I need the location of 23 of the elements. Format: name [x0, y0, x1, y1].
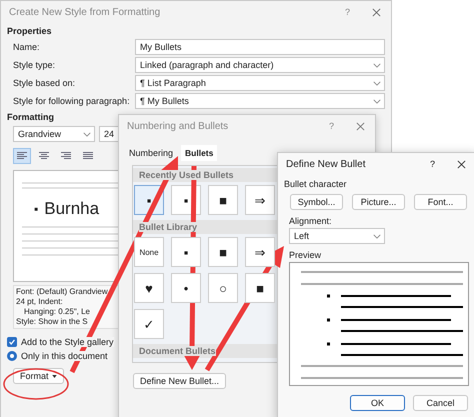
window-title: Define New Bullet: [286, 158, 366, 170]
field-label: Preview: [289, 250, 322, 260]
field-label: Style for following paragraph:: [13, 96, 131, 106]
bullet-mark: ▪: [34, 202, 38, 216]
description-line: Style: Show in the S: [16, 317, 89, 327]
field-label: Style type:: [13, 60, 56, 70]
gallery-heading: Bullet Library: [139, 222, 198, 232]
window-title: Numbering and Bullets: [127, 120, 230, 132]
field-label: Name:: [13, 42, 41, 52]
sample-text: Burnha: [44, 199, 100, 219]
checkbox-label: Add to the Style gallery: [21, 337, 114, 347]
description-line: 24 pt, Indent:: [16, 297, 64, 307]
field-label: Alignment:: [289, 216, 332, 226]
section-heading: Bullet character: [284, 179, 347, 189]
section-heading: Formatting: [7, 112, 54, 122]
field-label: Style based on:: [13, 78, 76, 88]
gallery-heading: Document Bullets: [139, 346, 216, 356]
description-line: Hanging: 0.25", Le: [23, 307, 91, 317]
radio-label: Only in this document: [21, 351, 108, 361]
window-title: Create New Style from Formatting: [9, 6, 162, 18]
section-heading: Properties: [7, 26, 52, 36]
description-line: Font: (Default) Grandview,: [16, 287, 110, 297]
gallery-heading: Recently Used Bullets: [139, 170, 234, 180]
